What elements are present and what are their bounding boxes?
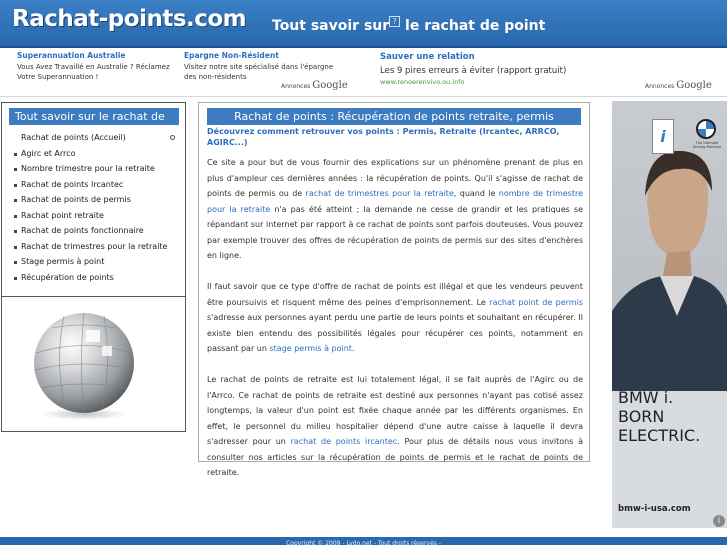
link-rachat-point-permis[interactable]: rachat point de permis	[489, 298, 583, 307]
text: s'adresse aux personnes ayant perdu une …	[207, 313, 583, 353]
ad-text: Visitez notre site spécialisé dans l'épa…	[184, 63, 334, 81]
sidebar-item-ircantec[interactable]: Rachat de points Ircantec	[2, 177, 185, 193]
headline-line-3: ELECTRIC.	[618, 426, 701, 445]
text: .	[351, 344, 355, 353]
ads-by-google-label[interactable]: Annonces Google	[645, 80, 712, 91]
text: , quand le	[453, 189, 499, 198]
paragraph-2: Il faut savoir que ce type d'offre de ra…	[207, 279, 583, 357]
sidebar-item-label[interactable]: Agirc et Arrco	[21, 149, 75, 158]
site-logo[interactable]: Rachat-points.com	[12, 6, 247, 32]
sidebar-item-label[interactable]: Rachat point retraite	[21, 211, 104, 220]
text-ad-superannuation[interactable]: Superannuation Australie Vous Avez Trava…	[17, 51, 177, 82]
headline-line-1: BMW i.	[618, 388, 674, 407]
site-footer: Copyright © 2009 - Lydo.net - Tout droit…	[0, 537, 727, 545]
headline-line-2: BORN	[618, 407, 665, 426]
bullet-icon	[14, 199, 17, 202]
model-photo	[612, 150, 727, 391]
site-header: Rachat-points.com Tout savoir sur? le ra…	[0, 0, 727, 48]
text: Le rachat de points de retraite est lui …	[207, 375, 583, 446]
ad-title[interactable]: Epargne Non-Résident	[184, 51, 344, 61]
bmw-i-badge: i	[652, 119, 674, 154]
sidebar-title: Tout savoir sur le rachat de	[9, 108, 179, 125]
article-body: Ce site a pour but de vous fournir des e…	[207, 155, 583, 496]
sidebar-item-label[interactable]: Récupération de points	[21, 273, 114, 282]
bullet-icon	[14, 245, 17, 249]
sidebar-item-label[interactable]: Rachat de points (Accueil)	[21, 133, 126, 142]
ads-by-google-label[interactable]: Annonces Google	[281, 80, 348, 91]
ad-text: Vous Avez Travaillé en Australie ? Récla…	[17, 63, 170, 81]
sidebar-item-label[interactable]: Rachat de points Ircantec	[21, 180, 123, 189]
ad-text: Les 9 pires erreurs à éviter (rapport gr…	[380, 66, 567, 76]
bullet-icon	[14, 183, 17, 187]
bmw-banner-ad[interactable]: i The Ultimate Driving Machine BMW i. BO…	[612, 101, 727, 528]
ad-url[interactable]: www.renoerenvivo.ou.info	[380, 78, 610, 86]
sidebar-separator	[2, 296, 185, 297]
sidebar-item-agirc-arrco[interactable]: Agirc et Arrco	[2, 146, 185, 162]
sidebar-item-label[interactable]: Rachat de trimestres pour la retraite	[21, 242, 167, 251]
bullet-icon	[14, 276, 17, 280]
paragraph-3: Le rachat de points de retraite est lui …	[207, 372, 583, 481]
sidebar-item-trimestres-retraite[interactable]: Rachat de trimestres pour la retraite	[2, 239, 185, 255]
left-sidebar: Tout savoir sur le rachat de Rachat de p…	[1, 102, 186, 432]
sidebar-item-label[interactable]: Nombre trimestre pour la retraite	[21, 164, 155, 173]
broken-image-icon: ?	[389, 16, 401, 27]
sidebar-item-label[interactable]: Rachat de points de permis	[21, 195, 131, 204]
text-ad-epargne[interactable]: Epargne Non-Résident Visitez notre site …	[184, 51, 344, 82]
bullet-icon	[14, 261, 17, 264]
header-divider	[0, 96, 727, 97]
sidebar-item-nombre-trimestre[interactable]: Nombre trimestre pour la retraite	[2, 161, 185, 177]
sidebar-item-recuperation[interactable]: Récupération de points	[2, 270, 185, 286]
bullet-icon	[14, 168, 17, 171]
bullet-icon	[14, 152, 17, 156]
ad-title[interactable]: Superannuation Australie	[17, 51, 177, 61]
ad-title[interactable]: Sauver une relation	[380, 51, 610, 64]
google-logo: Google	[676, 80, 712, 91]
google-logo: Google	[312, 80, 348, 91]
puzzle-sphere-image	[24, 308, 144, 423]
paragraph-1: Ce site a pour but de vous fournir des e…	[207, 155, 583, 264]
bmw-slogan-small: The Ultimate Driving Machine	[692, 141, 722, 149]
sidebar-item-accueil[interactable]: Rachat de points (Accueil)	[2, 130, 185, 146]
bullet-icon	[14, 230, 17, 233]
bmw-logo-icon	[696, 119, 716, 139]
link-rachat-trimestres[interactable]: rachat de trimestres pour la retraite	[306, 189, 454, 198]
link-rachat-ircantec[interactable]: rachat de points ircantec	[291, 437, 398, 446]
link-stage-permis[interactable]: stage permis à point	[269, 344, 351, 353]
sidebar-item-fonctionnaire[interactable]: Rachat de points fonctionnaire	[2, 223, 185, 239]
sidebar-item-label[interactable]: Rachat de points fonctionnaire	[21, 226, 144, 235]
ad-banner-row: Superannuation Australie Vous Avez Trava…	[0, 50, 727, 96]
ads-by-label: Annonces	[281, 83, 311, 90]
sidebar-item-points-permis[interactable]: Rachat de points de permis	[2, 192, 185, 208]
text-ad-relation[interactable]: Sauver une relation Les 9 pires erreurs …	[380, 51, 610, 86]
bmw-headline: BMW i. BORN ELECTRIC.	[618, 388, 700, 445]
bmw-url[interactable]: bmw-i-usa.com	[618, 504, 691, 514]
circle-bullet-icon	[170, 135, 175, 140]
sidebar-item-label[interactable]: Stage permis à point	[21, 257, 104, 266]
ads-by-label: Annonces	[645, 83, 675, 90]
tagline-part-1: Tout savoir sur	[272, 18, 390, 34]
sidebar-menu: Rachat de points (Accueil) Agirc et Arrc…	[2, 130, 185, 285]
tagline-part-2: le rachat de point	[405, 18, 546, 34]
page-title: Rachat de points : Récupération de point…	[207, 108, 581, 125]
bullet-icon	[14, 214, 17, 218]
sidebar-item-point-retraite[interactable]: Rachat point retraite	[2, 208, 185, 224]
site-tagline: Tout savoir sur? le rachat de point	[272, 16, 546, 34]
main-content: Rachat de points : Récupération de point…	[198, 102, 590, 477]
sidebar-item-stage-permis[interactable]: Stage permis à point	[2, 254, 185, 270]
page-subtitle: Découvrez comment retrouver vos points :…	[207, 127, 560, 147]
adchoices-icon[interactable]: i	[713, 515, 725, 527]
